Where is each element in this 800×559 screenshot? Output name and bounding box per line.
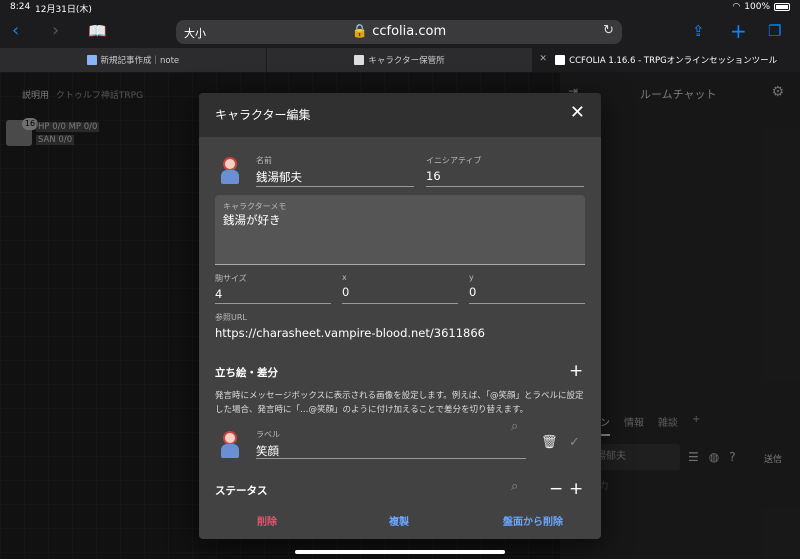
new-tab-icon[interactable]: + xyxy=(730,20,747,42)
dialog-title: キャラクター編集 xyxy=(215,108,311,122)
tab-label: キャラクター保管所 xyxy=(368,56,445,66)
status-bar: 8:24 12月31日(木) ◠ 100% xyxy=(0,0,800,16)
initiative-label: イニシアティブ xyxy=(426,156,482,165)
avatar-body xyxy=(221,170,239,184)
check-icon: ✓ xyxy=(569,435,580,450)
delete-button[interactable]: 削除 xyxy=(257,513,277,528)
portrait-avatar[interactable] xyxy=(217,429,243,459)
url-label: 参照URL xyxy=(215,313,247,322)
name-label: 名前 xyxy=(256,156,272,165)
url-field[interactable]: 参照URL https://charasheet.vampire-blood.n… xyxy=(215,312,585,344)
duplicate-button[interactable]: 複製 xyxy=(389,513,409,528)
close-icon[interactable]: ✕ xyxy=(570,102,585,123)
reload-icon[interactable]: ↻ xyxy=(603,23,614,38)
memo-label: キャラクターメモ xyxy=(223,202,287,211)
y-field[interactable]: y 0 xyxy=(469,273,585,304)
remove-from-board-button[interactable]: 盤面から削除 xyxy=(503,513,563,528)
memo-value[interactable]: 銭湯が好き xyxy=(223,212,281,228)
charasheet-favicon-icon xyxy=(354,55,365,65)
trash-icon[interactable]: 🗑 xyxy=(541,435,558,450)
underline xyxy=(256,458,526,459)
note-favicon-icon xyxy=(86,55,97,65)
bookmarks-icon[interactable]: 📖 xyxy=(88,20,107,42)
underline xyxy=(469,303,585,304)
name-field[interactable]: 名前 銭湯郁夫 xyxy=(256,155,414,187)
initiative-field[interactable]: イニシアティブ 16 xyxy=(426,155,584,187)
name-value[interactable]: 銭湯郁夫 xyxy=(256,169,414,185)
address-bar[interactable]: 大小 🔒 ccfolia.com ↻ xyxy=(176,20,622,44)
character-avatar[interactable] xyxy=(217,155,243,185)
underline xyxy=(256,186,414,187)
tabs-overview-icon[interactable]: ❐ xyxy=(768,20,781,42)
size-value[interactable]: 4 xyxy=(215,287,331,301)
avatar-head xyxy=(223,431,237,445)
diff-label-value[interactable]: 笑顔 xyxy=(256,443,526,459)
close-tab-icon[interactable]: ✕ xyxy=(539,54,547,64)
url-value[interactable]: https://charasheet.vampire-blood.net/361… xyxy=(215,326,585,340)
back-icon[interactable]: ‹ xyxy=(12,20,19,42)
tab-note[interactable]: 新規記事作成｜note xyxy=(0,48,267,72)
initiative-value[interactable]: 16 xyxy=(426,169,584,183)
url-text: 🔒 ccfolia.com xyxy=(351,24,447,39)
diff-label-field[interactable]: ラベル 笑顔 xyxy=(256,429,526,459)
y-label: y xyxy=(469,273,474,282)
battery-icon xyxy=(774,3,790,11)
status-time: 8:24 xyxy=(10,2,31,12)
forward-icon[interactable]: › xyxy=(52,20,59,42)
add-status-button[interactable]: + xyxy=(569,481,583,498)
diff-label-label: ラベル xyxy=(256,430,280,439)
status-date: 12月31日(木) xyxy=(35,5,92,15)
url-label: ccfolia.com xyxy=(372,24,447,39)
character-edit-dialog: キャラクター編集 ✕ 名前 銭湯郁夫 イニシアティブ 16 キャラクターメモ 銭… xyxy=(199,93,601,539)
remove-status-button[interactable]: − xyxy=(549,481,563,498)
battery-percent: 100% xyxy=(744,2,770,12)
wifi-icon: ◠ xyxy=(732,2,741,12)
x-value[interactable]: 0 xyxy=(342,285,458,299)
underline xyxy=(215,303,331,304)
x-field[interactable]: x 0 xyxy=(342,273,458,304)
portrait-section-title: 立ち絵・差分 xyxy=(215,367,278,379)
ccfolia-favicon-icon xyxy=(555,55,566,65)
avatar-body xyxy=(221,444,239,458)
status-right: ◠ 100% xyxy=(732,2,790,12)
underline xyxy=(426,186,584,187)
home-indicator[interactable] xyxy=(295,550,505,554)
dialog-footer: 削除 複製 盤面から削除 xyxy=(199,505,601,535)
add-portrait-button[interactable]: + xyxy=(569,363,583,380)
tab-label: CCFOLIA 1.16.6 - TRPGオンラインセッションツール xyxy=(569,56,778,66)
size-label: 駒サイズ xyxy=(215,274,247,283)
search-icon[interactable]: ⌕ xyxy=(511,479,518,494)
tab-label: 新規記事作成｜note xyxy=(100,56,180,66)
x-label: x xyxy=(342,273,347,282)
status-section-title: ステータス xyxy=(215,485,268,497)
avatar-head xyxy=(223,157,237,171)
tab-ccfolia[interactable]: ✕ CCFOLIA 1.16.6 - TRPGオンラインセッションツール xyxy=(533,48,800,72)
memo-field[interactable]: キャラクターメモ 銭湯が好き xyxy=(215,195,585,265)
portrait-description: 発言時にメッセージボックスに表示される画像を設定します。例えば、「@笑顔」とラベ… xyxy=(215,391,584,415)
share-icon[interactable]: ⇪ xyxy=(692,20,705,42)
browser-toolbar: ‹ › 📖 大小 🔒 ccfolia.com ↻ ⇪ + ❐ xyxy=(0,16,800,48)
underline xyxy=(342,303,458,304)
tab-charasheet[interactable]: キャラクター保管所 xyxy=(267,48,534,72)
size-field[interactable]: 駒サイズ 4 xyxy=(215,273,331,304)
browser-tabs: 新規記事作成｜note キャラクター保管所 ✕ CCFOLIA 1.16.6 -… xyxy=(0,48,800,72)
dialog-header: キャラクター編集 ✕ xyxy=(199,93,601,137)
search-icon[interactable]: ⌕ xyxy=(511,419,518,434)
y-value[interactable]: 0 xyxy=(469,285,585,299)
